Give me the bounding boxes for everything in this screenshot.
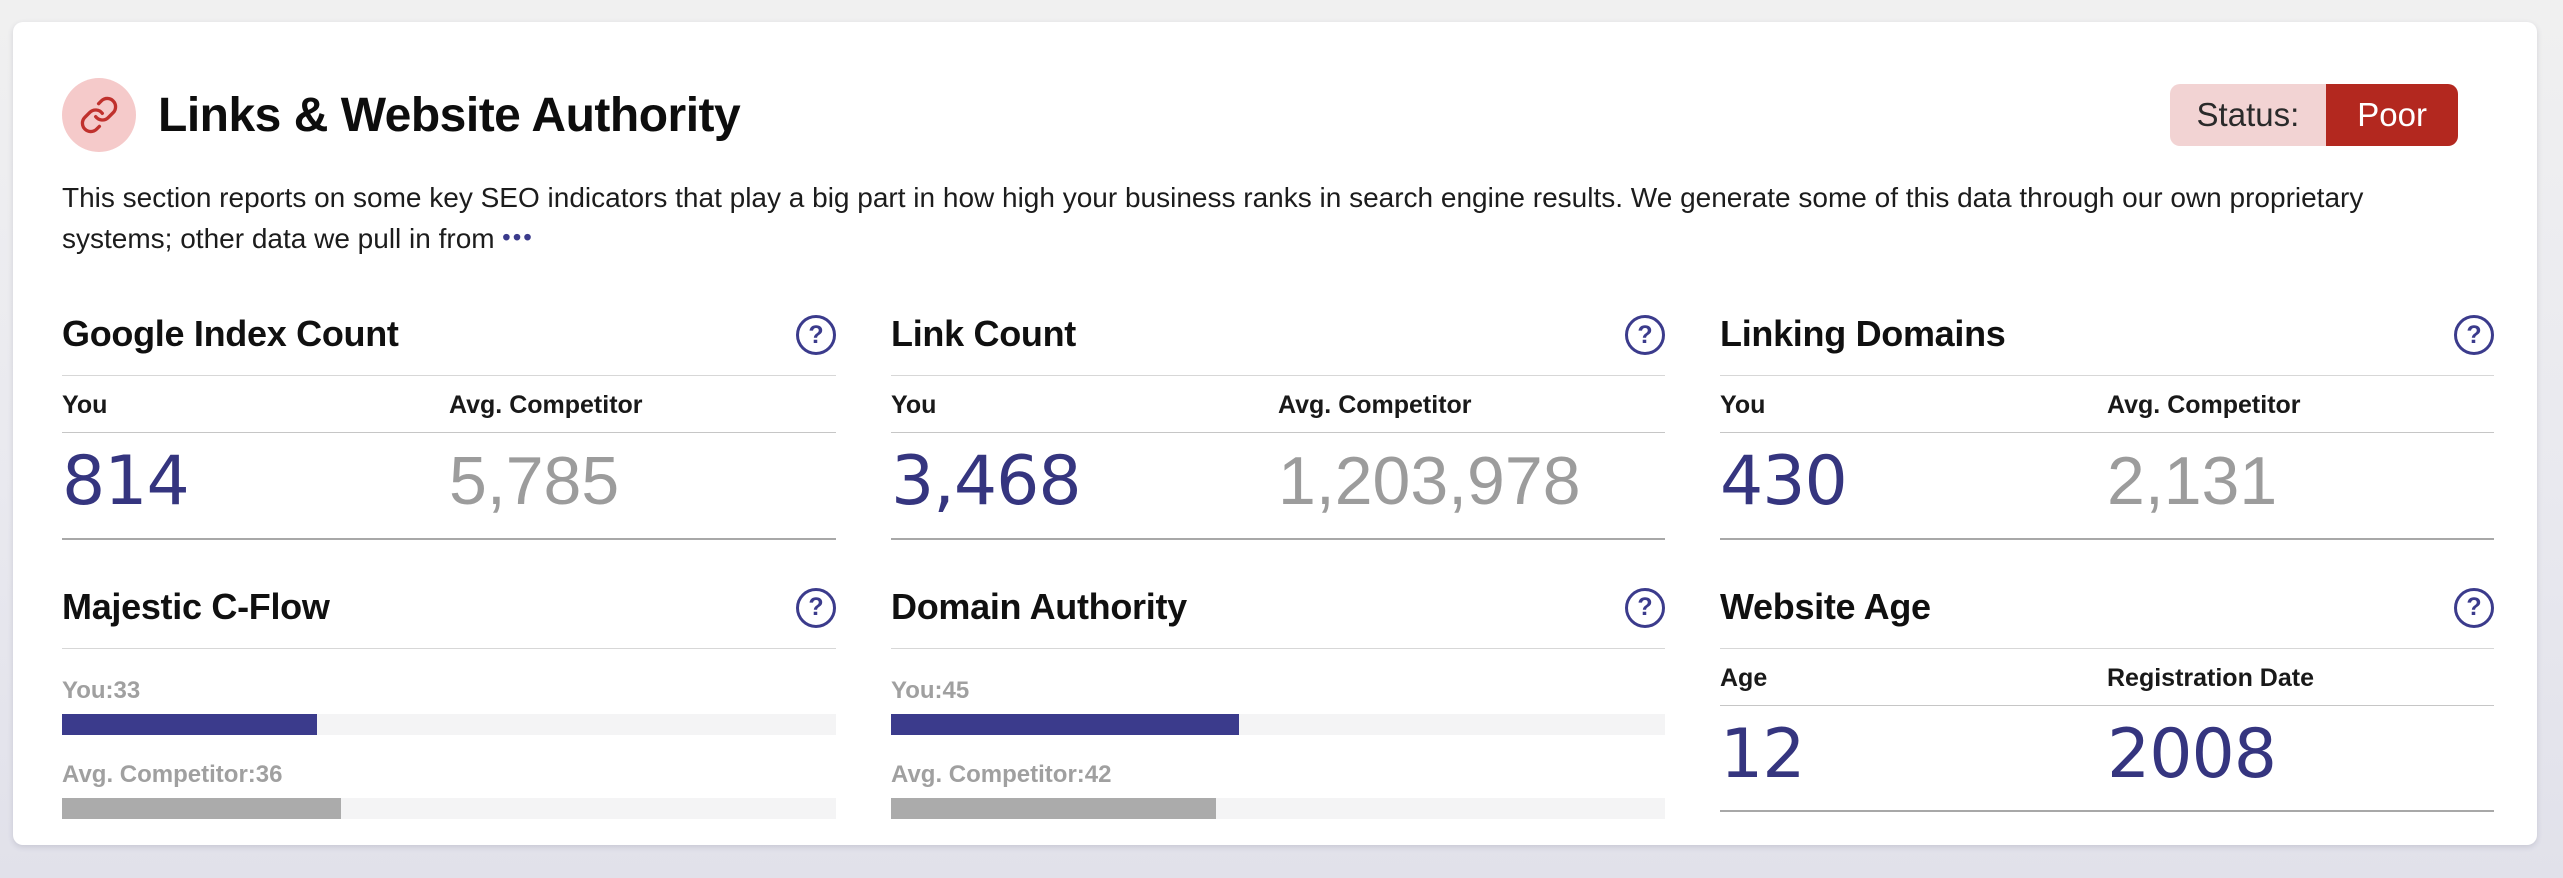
metric-title: Google Index Count bbox=[62, 313, 399, 355]
metric-card-link-count: Link Count ? You Avg. Competitor 3,468 1… bbox=[891, 313, 1665, 540]
metric-title: Domain Authority bbox=[891, 585, 1187, 627]
status-badge-label: Status: bbox=[2169, 84, 2327, 146]
value-competitor: 2,131 bbox=[2107, 443, 2278, 520]
help-icon[interactable]: ? bbox=[1625, 315, 1665, 356]
metric-values: 3,468 1,203,978 bbox=[891, 433, 1665, 540]
metric-column-headers: You Avg. Competitor bbox=[62, 376, 836, 434]
bar-track-competitor bbox=[62, 797, 836, 819]
metric-column-headers: You Avg. Competitor bbox=[891, 376, 1665, 434]
column-header-competitor: Avg. Competitor bbox=[449, 391, 643, 420]
metric-values: 12 2008 bbox=[1720, 706, 2494, 812]
metric-card-header: Link Count ? bbox=[891, 313, 1665, 377]
help-icon[interactable]: ? bbox=[2454, 587, 2494, 628]
metric-values: 814 5,785 bbox=[62, 433, 836, 540]
bar-fill-competitor bbox=[62, 797, 341, 819]
bar-track-you bbox=[891, 713, 1665, 735]
metric-card-header: Website Age ? bbox=[1720, 586, 2494, 649]
bar-fill-you bbox=[891, 713, 1240, 735]
metric-title: Website Age bbox=[1720, 585, 1931, 627]
value-you: 3,468 bbox=[891, 442, 1082, 522]
metric-title: Majestic C-Flow bbox=[62, 585, 330, 627]
section-header: Links & Website Authority Status: Poor bbox=[62, 78, 2494, 152]
help-icon[interactable]: ? bbox=[1625, 587, 1665, 628]
section-description-text: This section reports on some key SEO ind… bbox=[62, 182, 2364, 254]
metric-card-linking-domains: Linking Domains ? You Avg. Competitor 43… bbox=[1720, 313, 2494, 540]
value-you: 814 bbox=[62, 442, 190, 522]
help-icon[interactable]: ? bbox=[796, 587, 836, 628]
metric-grid: Google Index Count ? You Avg. Competitor… bbox=[62, 313, 2494, 819]
link-icon bbox=[80, 96, 118, 134]
column-header-age: Age bbox=[1720, 663, 1768, 692]
status-badge-value: Poor bbox=[2326, 84, 2458, 146]
column-header-you: You bbox=[1720, 391, 1766, 420]
metric-values: 430 2,131 bbox=[1720, 433, 2494, 540]
bar-track-you bbox=[62, 713, 836, 735]
column-header-you: You bbox=[62, 391, 108, 420]
metric-card-majestic-c-flow: Majestic C-Flow ? You:33 Avg. Competitor… bbox=[62, 586, 836, 819]
bar-track-competitor bbox=[891, 797, 1665, 819]
links-authority-section-card: Links & Website Authority Status: Poor T… bbox=[13, 22, 2537, 845]
help-icon[interactable]: ? bbox=[796, 315, 836, 356]
bar-label-competitor: Avg. Competitor:42 bbox=[891, 760, 1112, 788]
metric-column-headers: You Avg. Competitor bbox=[1720, 376, 2494, 434]
metric-card-header: Majestic C-Flow ? bbox=[62, 586, 836, 649]
bar-label-competitor: Avg. Competitor:36 bbox=[62, 760, 283, 788]
metric-card-header: Linking Domains ? bbox=[1720, 313, 2494, 377]
metric-title: Link Count bbox=[891, 313, 1076, 355]
value-competitor: 5,785 bbox=[449, 443, 620, 520]
column-header-you: You bbox=[891, 391, 937, 420]
section-title: Links & Website Authority bbox=[158, 88, 741, 142]
value-registration-date: 2008 bbox=[2107, 714, 2277, 794]
metric-card-header: Domain Authority ? bbox=[891, 586, 1665, 649]
column-header-competitor: Avg. Competitor bbox=[2107, 391, 2301, 420]
bar-fill-you bbox=[62, 713, 318, 735]
column-header-competitor: Avg. Competitor bbox=[1278, 391, 1472, 420]
bar-label-you: You:45 bbox=[891, 676, 970, 704]
section-description: This section reports on some key SEO ind… bbox=[62, 178, 2462, 259]
bar-fill-competitor bbox=[891, 797, 1217, 819]
read-more-ellipsis[interactable]: ••• bbox=[502, 224, 534, 250]
value-competitor: 1,203,978 bbox=[1278, 443, 1581, 520]
value-you: 430 bbox=[1720, 442, 1848, 522]
metric-card-domain-authority: Domain Authority ? You:45 Avg. Competito… bbox=[891, 586, 1665, 819]
metric-title: Linking Domains bbox=[1720, 313, 2006, 355]
metric-card-google-index-count: Google Index Count ? You Avg. Competitor… bbox=[62, 313, 836, 540]
link-icon-badge bbox=[62, 78, 136, 152]
column-header-registration-date: Registration Date bbox=[2107, 663, 2314, 692]
help-icon[interactable]: ? bbox=[2454, 315, 2494, 356]
metric-card-website-age: Website Age ? Age Registration Date 12 2… bbox=[1720, 586, 2494, 819]
bar-label-you: You:33 bbox=[62, 676, 141, 704]
metric-card-header: Google Index Count ? bbox=[62, 313, 836, 377]
metric-column-headers: Age Registration Date bbox=[1720, 649, 2494, 706]
value-age: 12 bbox=[1720, 714, 1806, 794]
status-badge: Status: Poor bbox=[2169, 84, 2458, 146]
